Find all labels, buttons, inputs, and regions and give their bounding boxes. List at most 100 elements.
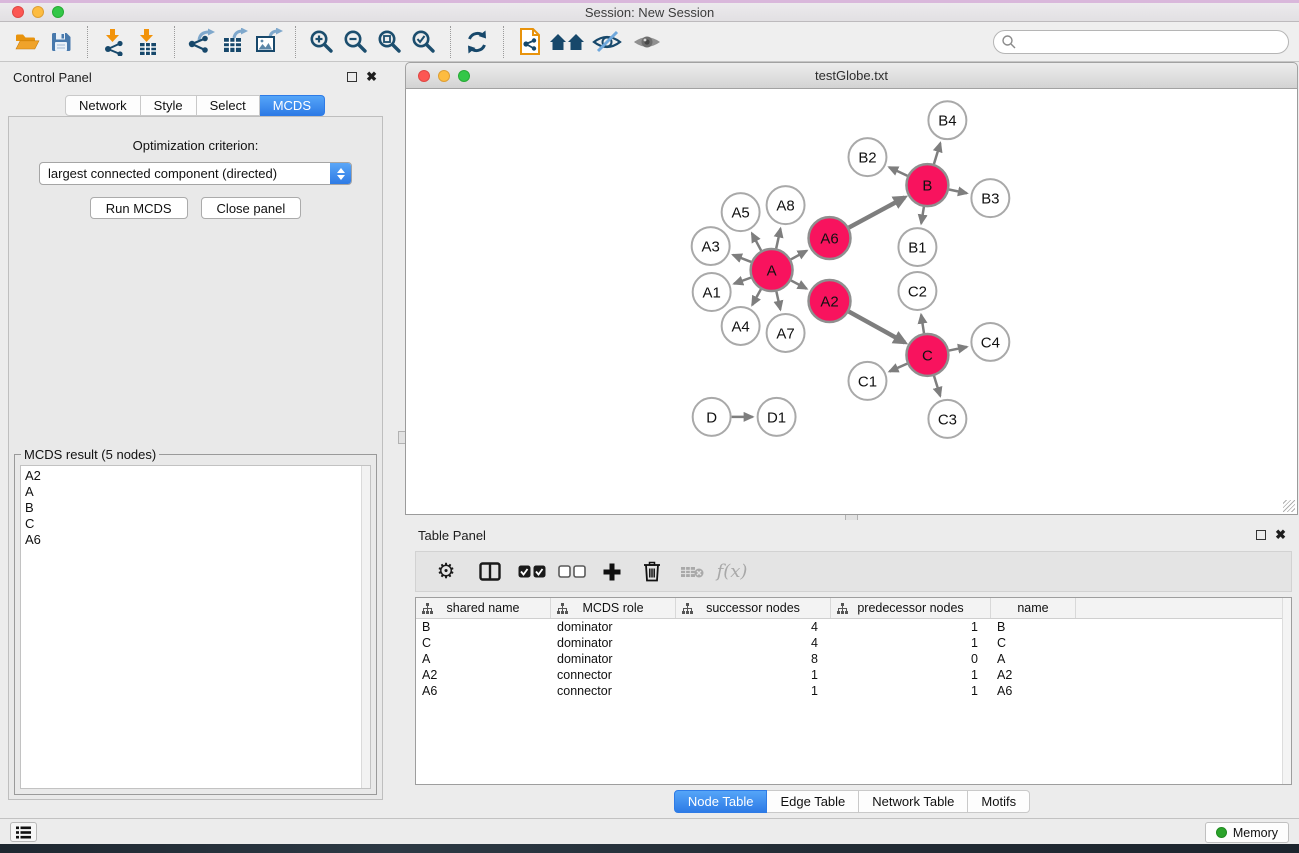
table-cell[interactable]: 1 bbox=[831, 636, 991, 650]
delete-row-icon[interactable] bbox=[634, 555, 670, 589]
table-cell[interactable]: 1 bbox=[831, 684, 991, 698]
table-scrollbar[interactable] bbox=[1282, 598, 1291, 784]
mcds-result-item[interactable]: A bbox=[25, 484, 370, 500]
tab-network-table[interactable]: Network Table bbox=[859, 790, 968, 813]
table-cell[interactable]: dominator bbox=[551, 620, 676, 634]
split-columns-icon[interactable] bbox=[472, 555, 508, 589]
column-header-MCDS-role[interactable]: MCDS role bbox=[551, 598, 676, 618]
zoom-window-button[interactable] bbox=[52, 6, 64, 18]
graph-edge-B-B4[interactable] bbox=[934, 143, 940, 164]
graph-edge-A-A5[interactable] bbox=[752, 233, 761, 250]
mcds-result-item[interactable]: A2 bbox=[25, 468, 370, 484]
table-cell[interactable]: A2 bbox=[416, 668, 551, 682]
tab-motifs[interactable]: Motifs bbox=[968, 790, 1030, 813]
network-minimize-button[interactable] bbox=[438, 70, 450, 82]
select-all-checkboxes-icon[interactable] bbox=[514, 555, 550, 589]
mcds-result-item[interactable]: A6 bbox=[25, 532, 370, 548]
table-cell[interactable]: A6 bbox=[416, 684, 551, 698]
column-header-shared-name[interactable]: shared name bbox=[416, 598, 551, 618]
table-row[interactable]: Adominator80A bbox=[416, 651, 1291, 667]
window-titlebar[interactable]: Session: New Session bbox=[0, 3, 1299, 22]
deselect-checkboxes-icon[interactable] bbox=[554, 555, 590, 589]
network-close-button[interactable] bbox=[418, 70, 430, 82]
graph-edge-A-A1[interactable] bbox=[734, 278, 751, 284]
table-row[interactable]: A2connector11A2 bbox=[416, 667, 1291, 683]
close-panel-icon[interactable]: ✖ bbox=[366, 72, 377, 82]
function-builder-icon[interactable]: f(x) bbox=[714, 555, 750, 589]
import-table-icon[interactable] bbox=[131, 25, 165, 59]
table-cell[interactable]: 0 bbox=[831, 652, 991, 666]
import-network-icon[interactable] bbox=[97, 25, 131, 59]
close-window-button[interactable] bbox=[12, 6, 24, 18]
table-cell[interactable]: A6 bbox=[991, 684, 1076, 698]
save-icon[interactable] bbox=[44, 25, 78, 59]
export-image-icon[interactable] bbox=[252, 25, 286, 59]
graph-edge-A6-B[interactable] bbox=[849, 198, 905, 228]
table-float-panel-icon[interactable] bbox=[1256, 530, 1266, 540]
table-cell[interactable]: B bbox=[991, 620, 1076, 634]
export-table-icon[interactable] bbox=[218, 25, 252, 59]
table-cell[interactable]: C bbox=[991, 636, 1076, 650]
zoom-in-icon[interactable] bbox=[305, 25, 339, 59]
table-cell[interactable]: 1 bbox=[676, 668, 831, 682]
task-history-button[interactable] bbox=[10, 822, 37, 842]
tab-network[interactable]: Network bbox=[65, 95, 141, 116]
run-mcds-button[interactable]: Run MCDS bbox=[90, 197, 188, 219]
table-cell[interactable]: 1 bbox=[676, 684, 831, 698]
show-eye-icon[interactable] bbox=[627, 25, 667, 59]
close-panel-button[interactable]: Close panel bbox=[201, 197, 302, 219]
zoom-fit-icon[interactable] bbox=[373, 25, 407, 59]
zoom-selected-icon[interactable] bbox=[407, 25, 441, 59]
graph-edge-A-A6[interactable] bbox=[791, 251, 807, 260]
table-cell[interactable]: 4 bbox=[676, 636, 831, 650]
table-cell[interactable]: A2 bbox=[991, 668, 1076, 682]
float-panel-icon[interactable] bbox=[347, 72, 357, 82]
add-row-icon[interactable] bbox=[594, 555, 630, 589]
table-cell[interactable]: dominator bbox=[551, 652, 676, 666]
table-cell[interactable]: connector bbox=[551, 668, 676, 682]
graph-edge-C-C3[interactable] bbox=[934, 376, 940, 396]
graph-edge-A-A8[interactable] bbox=[776, 229, 780, 249]
refresh-icon[interactable] bbox=[460, 25, 494, 59]
table-close-panel-icon[interactable]: ✖ bbox=[1275, 530, 1286, 540]
graph-edge-B-B3[interactable] bbox=[949, 190, 967, 194]
column-header-successor-nodes[interactable]: successor nodes bbox=[676, 598, 831, 618]
mcds-result-item[interactable]: C bbox=[25, 516, 370, 532]
table-cell[interactable]: 4 bbox=[676, 620, 831, 634]
tab-select[interactable]: Select bbox=[197, 95, 260, 116]
network-zoom-button[interactable] bbox=[458, 70, 470, 82]
resize-grip-icon[interactable] bbox=[1283, 500, 1295, 512]
network-canvas[interactable]: B4B2BB3A5A8A6A3AB1A1C2A2A4A7C4CC1C3DD1 bbox=[405, 89, 1298, 515]
graph-edge-B-B1[interactable] bbox=[921, 207, 924, 224]
table-cell[interactable]: 1 bbox=[831, 620, 991, 634]
search-field[interactable] bbox=[993, 30, 1289, 54]
houses-icon[interactable] bbox=[547, 25, 587, 59]
table-row[interactable]: Bdominator41B bbox=[416, 619, 1291, 635]
search-input[interactable] bbox=[1017, 32, 1288, 52]
table-cell[interactable]: 8 bbox=[676, 652, 831, 666]
tab-edge-table[interactable]: Edge Table bbox=[767, 790, 859, 813]
mcds-result-item[interactable]: B bbox=[25, 500, 370, 516]
table-cell[interactable]: dominator bbox=[551, 636, 676, 650]
tab-mcds[interactable]: MCDS bbox=[260, 95, 325, 116]
network-window-titlebar[interactable]: testGlobe.txt bbox=[405, 62, 1298, 89]
mcds-result-list-box[interactable]: A2ABCA6 bbox=[20, 465, 371, 789]
tab-node-table[interactable]: Node Table bbox=[674, 790, 768, 813]
graph-edge-C-C1[interactable] bbox=[889, 364, 907, 372]
tab-style[interactable]: Style bbox=[141, 95, 197, 116]
graph-edge-B-B2[interactable] bbox=[889, 167, 907, 176]
criterion-dropdown[interactable]: largest connected component (directed) bbox=[39, 162, 352, 185]
clone-network-icon[interactable] bbox=[513, 25, 547, 59]
graph-edge-C-C2[interactable] bbox=[921, 315, 924, 334]
table-cell[interactable]: connector bbox=[551, 684, 676, 698]
graph-edge-A-A4[interactable] bbox=[752, 289, 761, 305]
graph-edge-C-C4[interactable] bbox=[949, 347, 967, 351]
zoom-out-icon[interactable] bbox=[339, 25, 373, 59]
table-cell[interactable]: A bbox=[416, 652, 551, 666]
table-cell[interactable]: A bbox=[991, 652, 1076, 666]
column-header-name[interactable]: name bbox=[991, 598, 1076, 618]
network-graph[interactable]: B4B2BB3A5A8A6A3AB1A1C2A2A4A7C4CC1C3DD1 bbox=[406, 89, 1297, 514]
graph-edge-A-A2[interactable] bbox=[791, 280, 807, 288]
table-cell[interactable]: 1 bbox=[831, 668, 991, 682]
graph-edge-A-A7[interactable] bbox=[776, 292, 780, 310]
